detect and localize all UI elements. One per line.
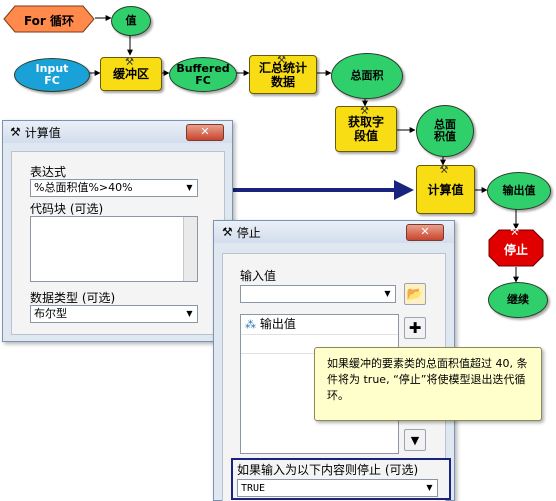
data-type-select[interactable]: 布尔型 ▼: [30, 305, 198, 323]
scrollbar[interactable]: [183, 217, 197, 281]
value-variable[interactable]: 值: [111, 6, 151, 36]
calculate-value-panel: 表达式 %总面积值%>40% ▼ 代码块 (可选) 数据类型 (可选) 布尔型 …: [11, 151, 225, 335]
list-item-label: 输出值: [259, 317, 296, 331]
move-down-icon[interactable]: ▼: [404, 429, 426, 451]
stop-titlebar[interactable]: ⚒ 停止 ✕: [214, 221, 454, 243]
hammer-icon: ⚒: [277, 55, 286, 66]
stop-tool[interactable]: ⚒ 停止: [488, 227, 544, 267]
total-area-variable[interactable]: 总面积: [331, 53, 403, 99]
chevron-down-icon[interactable]: ▼: [182, 306, 197, 322]
stop-if-label: 如果输入为以下内容则停止 (可选): [237, 463, 419, 477]
buffered-fc-variable[interactable]: Buffered FC: [169, 57, 237, 92]
list-row-divider: [241, 334, 398, 335]
total-area-label: 总面积: [350, 69, 384, 82]
value-label: 值: [125, 14, 137, 27]
close-button[interactable]: ✕: [186, 124, 224, 141]
expression-field[interactable]: %总面积值%>40% ▼: [30, 179, 198, 197]
code-block-field[interactable]: [30, 216, 198, 282]
output-value-variable[interactable]: 输出值: [487, 172, 551, 210]
expression-label: 表达式: [30, 165, 67, 179]
calculate-value-dialog: ⚒ 计算值 ✕ 表达式 %总面积值%>40% ▼ 代码块 (可选) 数据类型 (…: [2, 120, 233, 342]
input-value-field[interactable]: ▼: [240, 285, 396, 303]
stop-label: 停止: [503, 243, 528, 257]
chevron-down-icon[interactable]: ▼: [380, 286, 395, 302]
chevron-down-icon[interactable]: ▼: [422, 480, 437, 496]
calculate-value-tool[interactable]: ⚒ 计算值: [416, 165, 475, 214]
output-value-label: 输出值: [502, 184, 536, 197]
data-type-value: 布尔型: [34, 307, 67, 320]
total-area-value-variable[interactable]: 总面 积值: [416, 105, 474, 157]
hammer-icon: ⚒: [510, 227, 519, 238]
tooltip-text: 如果缓冲的要素类的总面积值超过 40, 条件将为 true, “停止”将使模型退…: [327, 357, 528, 402]
input-fc-variable[interactable]: Input FC: [14, 58, 90, 92]
expression-value: %总面积值%>40%: [34, 181, 133, 194]
continue-variable[interactable]: 继续: [488, 282, 548, 318]
calculate-value-title: 计算值: [24, 125, 61, 140]
buffered-fc-label: Buffered FC: [176, 61, 230, 87]
hammer-icon: ⚒: [360, 106, 369, 117]
stop-title: 停止: [236, 225, 261, 240]
input-fc-label: Input FC: [35, 62, 69, 87]
folder-open-icon[interactable]: 📂: [404, 283, 426, 305]
hammer-icon: ⚒: [222, 225, 233, 239]
for-loop-iterator[interactable]: For 循环: [3, 5, 95, 33]
stop-condition-highlight: 如果输入为以下内容则停止 (可选) TRUE ▼: [231, 458, 451, 500]
variable-icon: ⁂: [245, 318, 256, 331]
code-block-label: 代码块 (可选): [30, 202, 104, 216]
continue-label: 继续: [507, 293, 529, 306]
close-button[interactable]: ✕: [406, 224, 444, 241]
hammer-icon: ⚒: [10, 125, 21, 139]
data-type-label: 数据类型 (可选): [30, 291, 116, 305]
calculate-value-label: 计算值: [427, 182, 464, 197]
calculate-value-titlebar[interactable]: ⚒ 计算值 ✕: [3, 121, 232, 143]
stop-if-value: TRUE: [241, 483, 266, 494]
add-icon[interactable]: ✚: [404, 317, 426, 339]
chevron-down-icon[interactable]: ▼: [182, 180, 197, 196]
stop-if-select[interactable]: TRUE ▼: [237, 479, 438, 497]
hammer-icon: ⚒: [125, 57, 134, 68]
hammer-icon: ⚒: [439, 165, 449, 176]
total-area-value-label: 总面 积值: [434, 118, 456, 143]
input-value-label: 输入值: [240, 269, 277, 283]
list-item[interactable]: ⁂ 输出值: [245, 317, 296, 332]
buffer-tool[interactable]: ⚒ 缓冲区: [100, 57, 162, 91]
for-loop-label: For 循环: [23, 14, 75, 28]
explanation-tooltip: 如果缓冲的要素类的总面积值超过 40, 条件将为 true, “停止”将使模型退…: [314, 347, 542, 421]
get-field-value-tool[interactable]: ⚒ 获取字 段值: [335, 106, 397, 152]
summary-statistics-tool[interactable]: ⚒ 汇总统计 数据: [249, 55, 317, 94]
get-field-value-label: 获取字 段值: [347, 115, 384, 143]
